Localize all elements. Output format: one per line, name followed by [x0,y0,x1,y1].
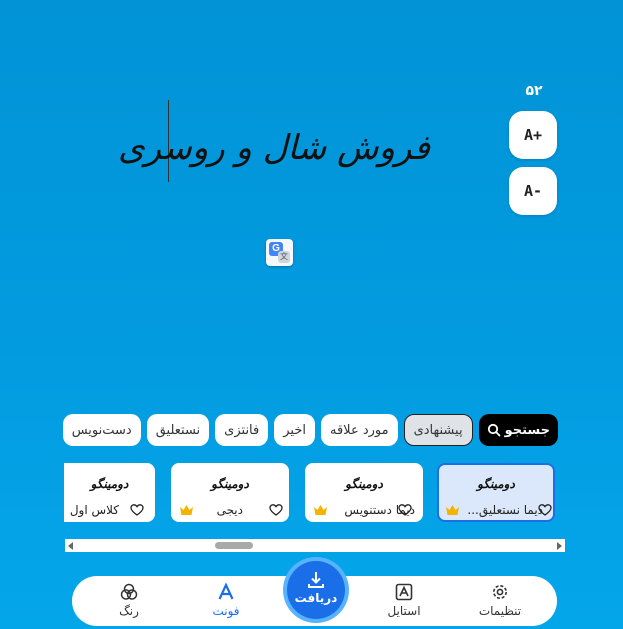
download-label: دریافت [294,591,338,605]
scroll-left-arrow[interactable] [68,542,73,550]
crown-icon [180,505,193,515]
font-sample: دومینگو [477,477,515,491]
nav-color-label: رنگ [119,604,139,618]
translate-icon[interactable]: G 文 [266,239,293,266]
font-size-value: ۵۲ [525,83,543,99]
heart-icon[interactable] [269,503,283,517]
style-icon [395,583,413,601]
font-icon [218,582,234,600]
font-card[interactable]: دومینگو دیما دستنویس [305,463,423,522]
font-list-scrollbar[interactable] [65,539,565,552]
increase-size-button[interactable]: A+ [509,111,557,159]
font-sample: دومینگو [90,477,129,491]
nav-color[interactable]: رنگ [89,582,169,618]
font-card[interactable]: دومینگو دیجی [171,463,289,522]
heart-icon[interactable] [538,503,552,517]
nav-font[interactable]: فونت [186,582,266,618]
scroll-right-arrow[interactable] [557,542,562,550]
search-icon [487,423,500,437]
nav-settings[interactable]: تنظیمات [460,582,540,618]
download-button[interactable]: دریافت [287,561,345,619]
chip-fantasy[interactable]: فانتزی [215,414,269,446]
font-name: دیما نستعلیق... [467,503,543,517]
search-label: جستجو [504,422,550,438]
nav-font-label: فونت [212,604,240,618]
search-button[interactable]: جستجو [478,414,558,446]
color-icon [120,583,138,600]
font-list: دومینگو دیما نستعلیق... دومینگو دیما دست… [64,463,559,523]
download-icon [308,572,324,588]
heart-icon[interactable] [130,503,144,517]
gear-icon [493,585,507,599]
category-chips: جستجو پیشنهادی مورد علاقه اخیر فانتزی نس… [62,414,558,446]
crown-icon [314,505,327,515]
font-card[interactable]: دومینگو کلاس اول [64,463,155,522]
font-card[interactable]: دومینگو دیما نستعلیق... [437,463,555,522]
font-name: کلاس اول [69,503,119,517]
crown-icon [446,505,459,515]
chip-favorites[interactable]: مورد علاقه [321,414,398,446]
chip-recent[interactable]: اخیر [274,414,315,446]
chip-nastaliq[interactable]: نستعلیق [146,414,210,446]
chip-handwritten[interactable]: دست‌نویس [62,414,141,446]
nav-style[interactable]: استایل [364,582,444,618]
heart-icon[interactable] [398,503,412,517]
font-sample: دومینگو [345,477,383,491]
scroll-thumb[interactable] [215,542,253,549]
nav-settings-label: تنظیمات [478,604,522,618]
text-preview[interactable]: فروش شال و روسری [118,118,430,178]
nav-style-label: استایل [387,604,421,618]
font-sample: دومینگو [211,477,249,491]
chip-suggested[interactable]: پیشنهادی [403,414,473,446]
decrease-size-button[interactable]: A- [509,167,557,215]
translate-x-glyph: 文 [278,251,290,263]
font-name: دیجی [216,503,243,517]
